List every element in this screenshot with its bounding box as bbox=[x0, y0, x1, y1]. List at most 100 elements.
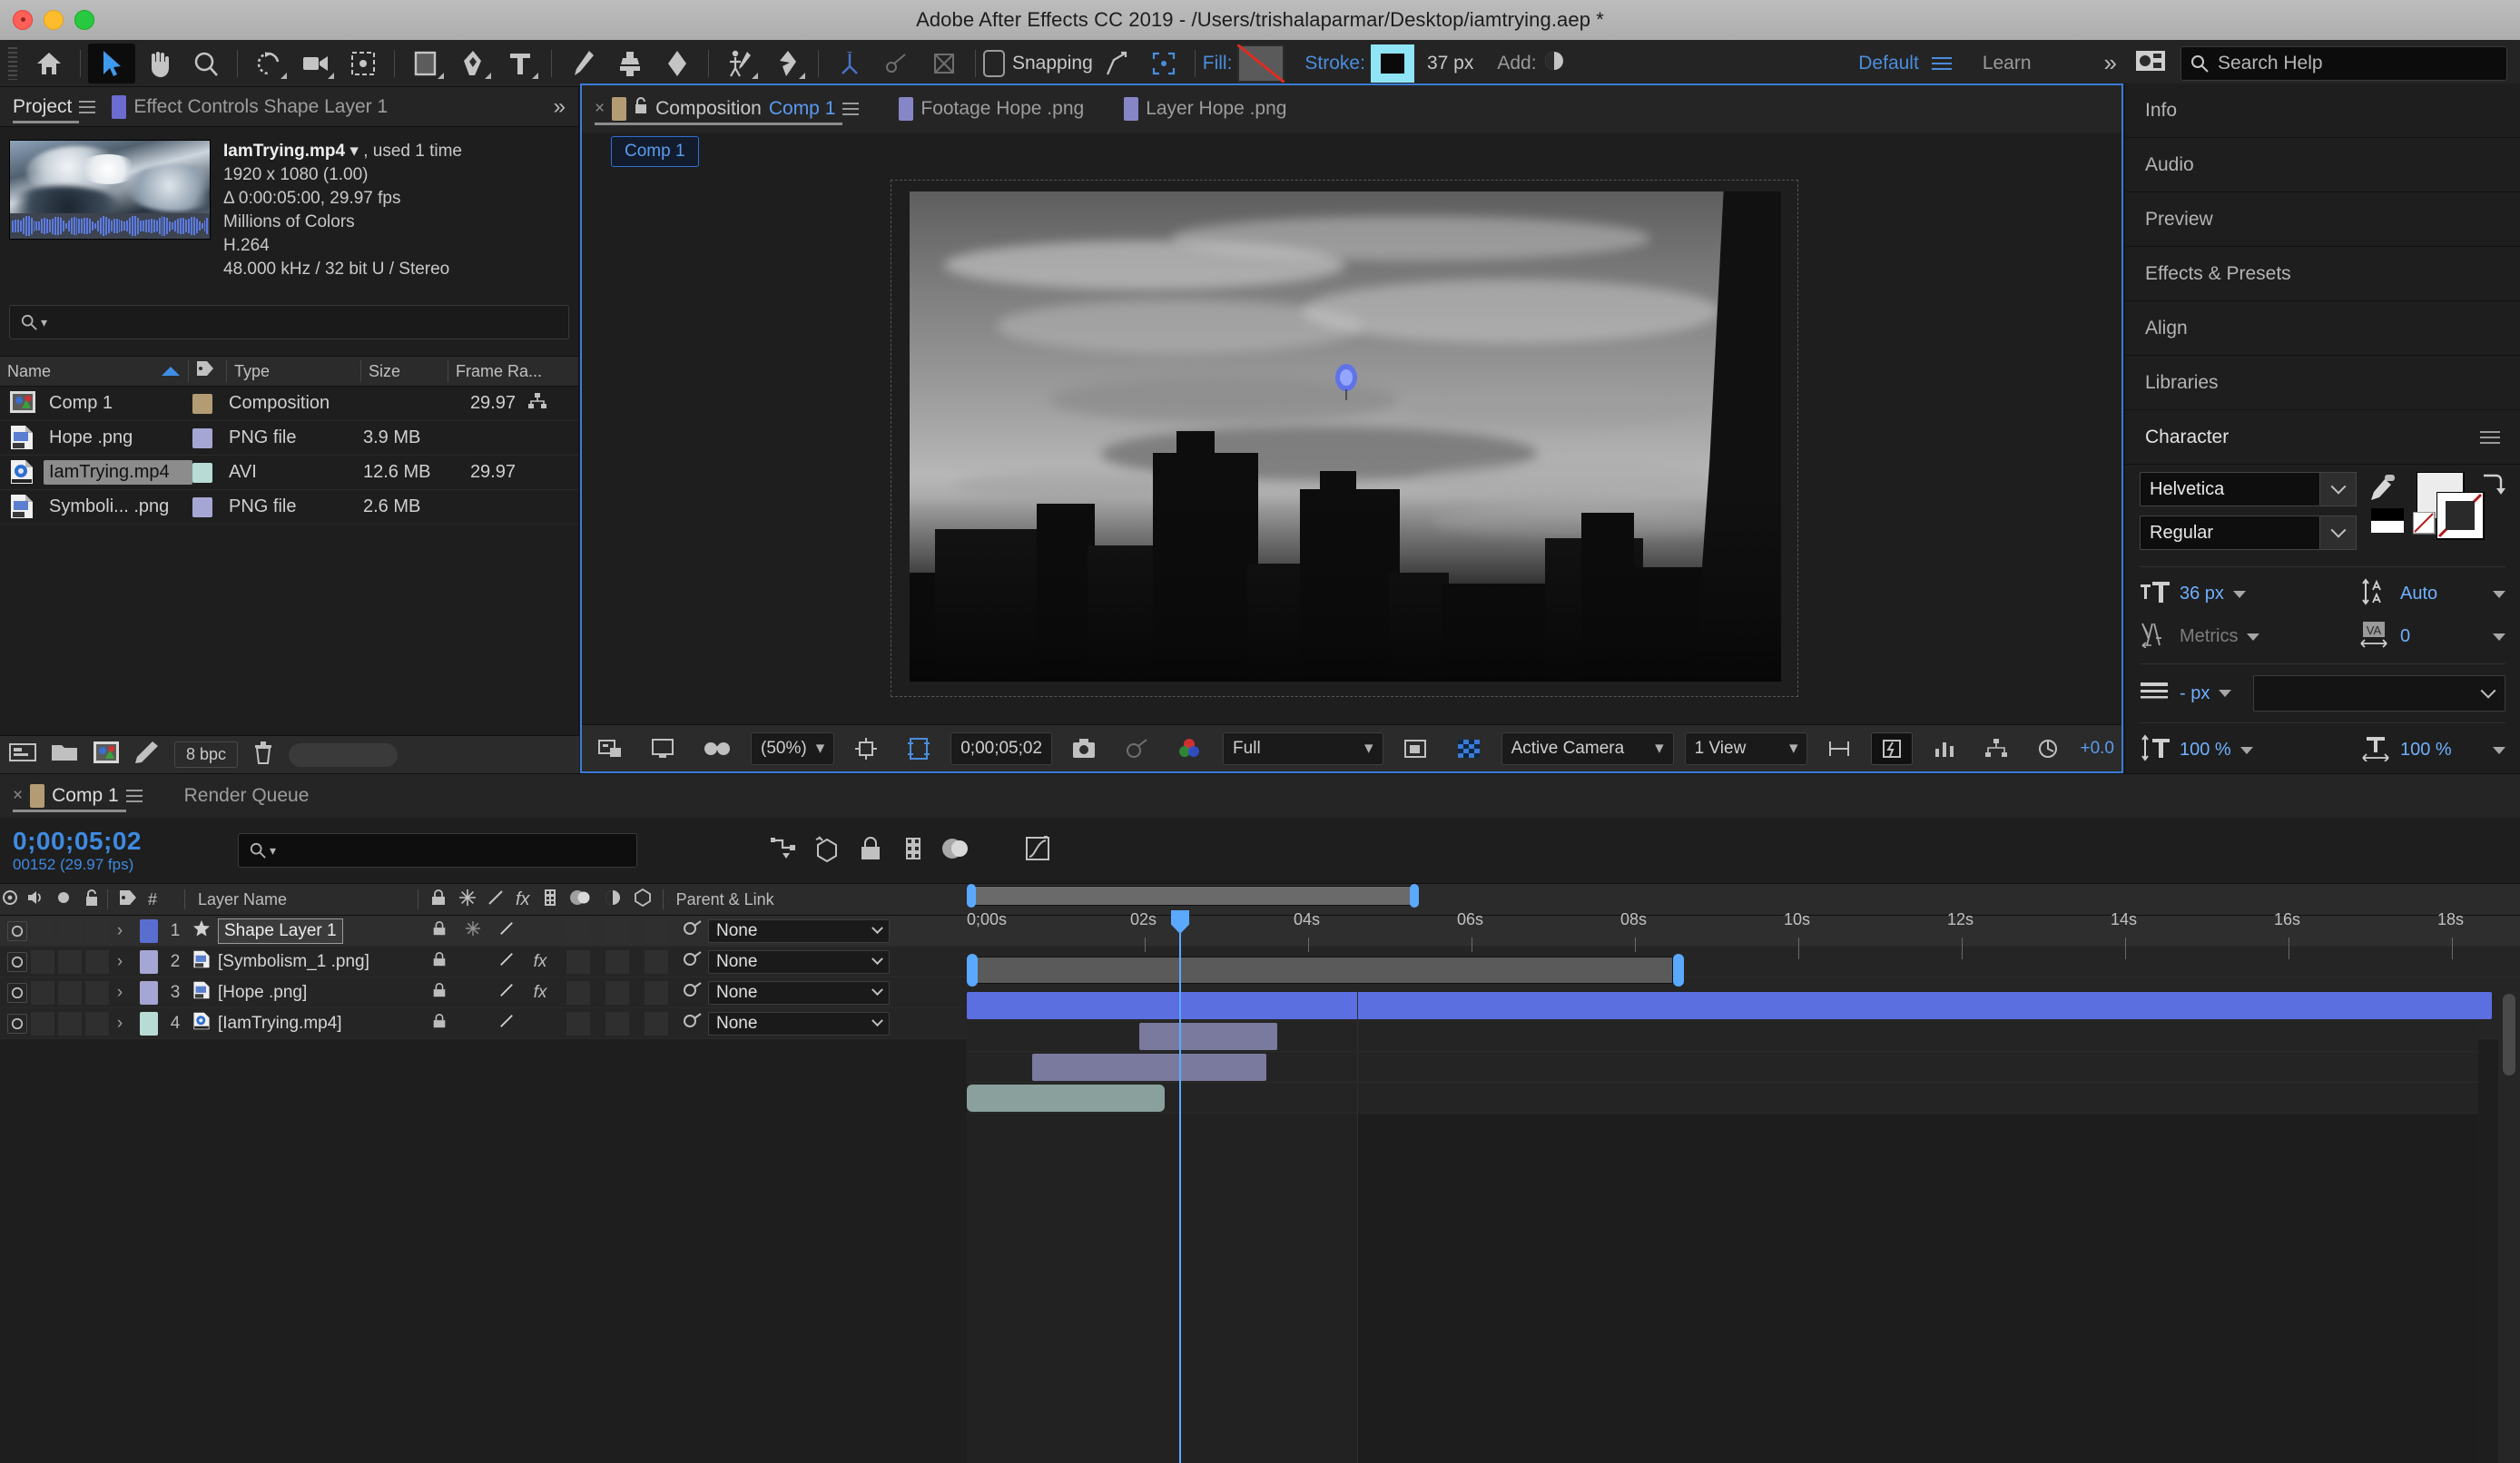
always-preview-icon[interactable] bbox=[589, 732, 631, 765]
collapse-toggle[interactable] bbox=[462, 921, 484, 941]
close-tab-icon[interactable]: × bbox=[595, 89, 605, 129]
stroke-swatch[interactable] bbox=[1371, 44, 1414, 83]
viewer-timecode[interactable]: 0;00;05;02 bbox=[950, 732, 1052, 765]
current-time-display[interactable]: 0;00;05;02 bbox=[13, 827, 221, 856]
tracking-value[interactable]: 0 bbox=[2400, 626, 2484, 647]
lock-toggle[interactable] bbox=[85, 950, 109, 974]
frame-blend-toggle[interactable] bbox=[566, 1012, 590, 1036]
panel-menu-icon[interactable] bbox=[126, 786, 143, 806]
layer-name-value[interactable]: [IamTrying.mp4] bbox=[218, 1014, 342, 1034]
list-item[interactable]: Hope .png PNG file 3.9 MB bbox=[0, 421, 578, 456]
stroke-width-row[interactable]: - px bbox=[2140, 675, 2505, 712]
playhead-line[interactable] bbox=[1179, 910, 1181, 1463]
font-style-select[interactable]: Regular bbox=[2140, 515, 2320, 550]
video-toggle[interactable] bbox=[7, 952, 27, 972]
video-toggle[interactable] bbox=[7, 1014, 27, 1034]
panel-audio[interactable]: Audio bbox=[2125, 138, 2520, 192]
camera-tool-icon[interactable] bbox=[292, 44, 340, 83]
tab-project[interactable]: Project bbox=[13, 87, 95, 127]
solo-toggle[interactable] bbox=[58, 919, 82, 943]
stroke-width-dropdown-icon[interactable] bbox=[2219, 690, 2231, 697]
home-icon[interactable] bbox=[25, 44, 73, 83]
kerning-value[interactable]: Metrics bbox=[2180, 626, 2238, 647]
adjustment-toggle[interactable] bbox=[645, 919, 668, 943]
pan-behind-tool-icon[interactable] bbox=[340, 44, 387, 83]
solo-toggle[interactable] bbox=[58, 1012, 82, 1036]
composition-mini-flowchart-icon[interactable] bbox=[770, 835, 797, 867]
lock-toggle[interactable] bbox=[85, 981, 109, 1005]
3d-glasses-icon[interactable] bbox=[694, 732, 740, 765]
project-footer-toolbar[interactable]: 8 bpc bbox=[0, 735, 579, 773]
snapping-checkbox[interactable] bbox=[983, 50, 1005, 77]
swap-fill-stroke-icon[interactable] bbox=[2480, 472, 2505, 502]
item-name[interactable]: Hope .png bbox=[44, 426, 192, 450]
composition-panel[interactable]: × Composition Comp 1 Footage Hope .png L… bbox=[580, 83, 2123, 773]
main-viewer-icon[interactable] bbox=[642, 732, 684, 765]
vertical-scale-dropdown-icon[interactable] bbox=[2240, 747, 2253, 754]
item-name[interactable]: Comp 1 bbox=[44, 391, 192, 416]
project-panel-tabs[interactable]: Project Effect Controls Shape Layer 1 » bbox=[0, 87, 578, 127]
graph-editor-icon[interactable] bbox=[1024, 835, 1051, 867]
panel-info[interactable]: Info bbox=[2125, 83, 2520, 138]
transparency-grid-icon[interactable] bbox=[1394, 732, 1436, 765]
timeline-vertical-scrollbar[interactable] bbox=[2498, 990, 2520, 1463]
frame-blend-toggle[interactable] bbox=[566, 919, 590, 943]
scrollbar-thumb[interactable] bbox=[2503, 994, 2515, 1075]
frame-blend-toggle[interactable] bbox=[566, 950, 590, 974]
font-size-dropdown-icon[interactable] bbox=[2233, 591, 2246, 598]
tab-timeline-comp1[interactable]: × Comp 1 bbox=[13, 776, 143, 816]
close-tab-icon[interactable]: × bbox=[13, 776, 23, 816]
item-tag[interactable] bbox=[192, 428, 212, 448]
clone-stamp-tool-icon[interactable] bbox=[606, 44, 654, 83]
layer-name-cell[interactable]: [Symbolism_1 .png] bbox=[192, 949, 418, 975]
motion-blur-toggle[interactable] bbox=[605, 950, 629, 974]
layer-bar-symbolism[interactable] bbox=[1139, 1023, 1277, 1050]
layer-bar-iamtrying[interactable] bbox=[967, 1085, 1165, 1112]
adjustment-toggle[interactable] bbox=[645, 950, 668, 974]
shy-toggle[interactable] bbox=[428, 982, 450, 1004]
parent-select[interactable]: None bbox=[708, 919, 890, 943]
work-area-start-handle[interactable] bbox=[967, 954, 978, 987]
layer-switches[interactable]: fx bbox=[418, 981, 668, 1005]
parent-pick-whip-icon[interactable] bbox=[683, 981, 703, 1005]
panel-align[interactable]: Align bbox=[2125, 301, 2520, 356]
resolution-select[interactable]: Full ▾ bbox=[1223, 732, 1383, 765]
item-tag[interactable] bbox=[192, 463, 212, 483]
composition-tabs[interactable]: × Composition Comp 1 Footage Hope .png L… bbox=[582, 85, 2121, 133]
eyedropper-icon[interactable] bbox=[2369, 474, 2397, 507]
work-area-end-handle[interactable] bbox=[1673, 954, 1684, 987]
enable-motion-blur-icon[interactable] bbox=[942, 836, 970, 866]
lock-icon[interactable] bbox=[634, 89, 648, 129]
video-toggle[interactable] bbox=[7, 983, 27, 1003]
layer-switches[interactable]: fx bbox=[418, 950, 668, 974]
rectangle-tool-icon[interactable] bbox=[402, 44, 449, 83]
rotation-tool-icon[interactable] bbox=[245, 44, 292, 83]
magnification-select[interactable]: (50%) ▾ bbox=[751, 732, 834, 765]
composition-flowchart-icon[interactable] bbox=[528, 393, 546, 415]
type-tool-icon[interactable] bbox=[497, 44, 544, 83]
pixel-aspect-correction-icon[interactable] bbox=[1818, 732, 1860, 765]
channel-rgb-icon[interactable] bbox=[1168, 732, 1212, 765]
lock-toggle[interactable] bbox=[85, 919, 109, 943]
timeline-track-area[interactable] bbox=[967, 990, 2478, 1463]
adjustment-toggle[interactable] bbox=[645, 1012, 668, 1036]
kerning-dropdown-icon[interactable] bbox=[2247, 633, 2259, 641]
font-style-dropdown-icon[interactable] bbox=[2320, 515, 2357, 550]
panel-effects-presets[interactable]: Effects & Presets bbox=[2125, 247, 2520, 301]
parent-pick-whip-icon[interactable] bbox=[683, 950, 703, 974]
region-of-interest-icon[interactable] bbox=[898, 732, 940, 765]
layer-label-chip[interactable] bbox=[140, 1012, 158, 1036]
stroke-width-value[interactable]: - px bbox=[2180, 683, 2210, 704]
project-panel[interactable]: Project Effect Controls Shape Layer 1 » … bbox=[0, 87, 579, 773]
project-settings-icon[interactable] bbox=[134, 741, 160, 769]
horizontal-scale-value[interactable]: 100 % bbox=[2400, 740, 2484, 761]
vertical-scale-row[interactable]: 100 % 100 % bbox=[2140, 734, 2505, 766]
timeline-panel[interactable]: × Comp 1 Render Queue 0;00;05;02 00152 (… bbox=[0, 773, 2520, 1463]
project-column-headers[interactable]: Name Type Size Frame Ra... bbox=[0, 356, 578, 387]
quality-toggle[interactable] bbox=[496, 952, 517, 972]
panel-preview[interactable]: Preview bbox=[2125, 192, 2520, 247]
selection-tool-icon[interactable] bbox=[88, 44, 135, 83]
composition-frame[interactable] bbox=[910, 191, 1781, 682]
layer-label-chip[interactable] bbox=[140, 950, 158, 974]
snapshot-icon[interactable] bbox=[1063, 732, 1105, 765]
